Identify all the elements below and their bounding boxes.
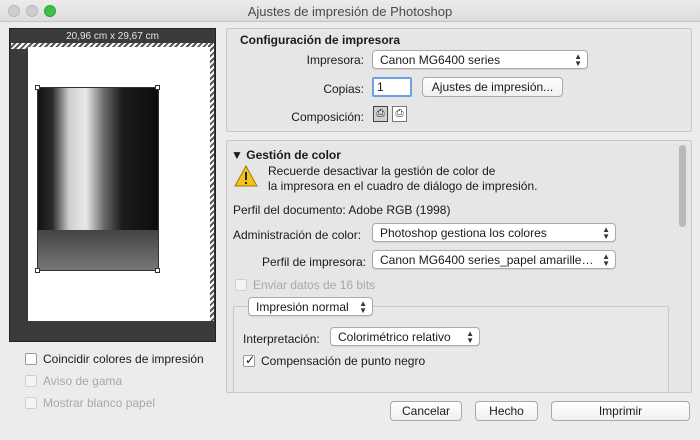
color-handling-label: Administración de color: <box>233 228 362 242</box>
resize-handle-tr[interactable] <box>155 85 160 90</box>
match-print-colors-checkbox[interactable] <box>25 353 37 365</box>
warning-line-1: Recuerde desactivar la gestión de color … <box>268 164 496 178</box>
disclosure-triangle-icon: ▼ <box>231 148 243 162</box>
match-print-colors-label: Coincidir colores de impresión <box>43 352 204 366</box>
title-bar: Ajustes de impresión de Photoshop <box>0 0 700 22</box>
color-handling-value: Photoshop gestiona los colores <box>380 226 547 240</box>
send-16bit-option: Enviar datos de 16 bits <box>235 278 375 292</box>
paper-dimensions: 20,96 cm x 29,67 cm <box>66 31 159 42</box>
layout-label: Composición: <box>291 110 364 124</box>
print-mode-select[interactable]: Impresión normal ▲ ▼ <box>248 297 373 316</box>
rendering-intent-select[interactable]: Colorimétrico relativo ▲ ▼ <box>330 327 480 346</box>
print-mode-value: Impresión normal <box>256 300 349 314</box>
send-16bit-label: Enviar datos de 16 bits <box>253 278 376 292</box>
match-print-colors-option[interactable]: Coincidir colores de impresión <box>25 352 204 366</box>
print-preview: 20,96 cm x 29,67 cm <box>9 28 216 342</box>
preview-footer <box>10 321 215 341</box>
printer-select-value: Canon MG6400 series <box>380 53 501 67</box>
printer-select[interactable]: Canon MG6400 series ▲ ▼ <box>372 50 588 69</box>
updown-chevron-icon: ▲ ▼ <box>359 299 367 315</box>
copies-label: Copias: <box>323 82 364 96</box>
color-management-title-text: Gestión de color <box>246 148 341 162</box>
updown-chevron-icon: ▲ ▼ <box>602 225 610 241</box>
warning-icon <box>234 165 258 187</box>
print-settings-button[interactable]: Ajustes de impresión... <box>422 77 563 97</box>
printer-label: Impresora: <box>306 53 364 67</box>
document-profile: Perfil del documento: Adobe RGB (1998) <box>233 203 451 217</box>
show-paper-white-option: Mostrar blanco papel <box>25 396 155 410</box>
window-title: Ajustes de impresión de Photoshop <box>247 4 453 19</box>
show-paper-white-checkbox <box>25 397 37 409</box>
black-point-label: Compensación de punto negro <box>261 354 426 368</box>
printer-profile-label: Perfil de impresora: <box>261 255 366 269</box>
printer-profile-value: Canon MG6400 series_papel amarillent… <box>380 253 604 267</box>
rendering-intent-value: Colorimétrico relativo <box>338 330 451 344</box>
black-point-option[interactable]: Compensación de punto negro <box>243 353 426 368</box>
rendering-intent-label: Interpretación: <box>243 332 320 346</box>
color-management-title[interactable]: ▼ Gestión de color <box>231 148 341 162</box>
resize-handle-tl[interactable] <box>35 85 40 90</box>
color-panel-scroll-thumb[interactable] <box>679 145 686 227</box>
preview-image[interactable] <box>37 87 159 271</box>
black-point-checkbox[interactable] <box>243 353 255 367</box>
copies-input[interactable]: 1 <box>372 77 412 97</box>
portrait-layout-icon[interactable]: ⎙ <box>373 106 388 122</box>
send-16bit-checkbox <box>235 279 247 291</box>
gamut-warning-label: Aviso de gama <box>43 374 123 388</box>
cancel-button[interactable]: Cancelar <box>390 401 462 421</box>
updown-chevron-icon: ▲ ▼ <box>574 52 582 68</box>
printer-setup-title: Configuración de impresora <box>240 33 401 47</box>
printer-profile-select[interactable]: Canon MG6400 series_papel amarillent… ▲ ▼ <box>372 250 616 269</box>
show-paper-white-label: Mostrar blanco papel <box>43 396 156 410</box>
resize-handle-bl[interactable] <box>35 268 40 273</box>
print-button[interactable]: Imprimir <box>551 401 690 421</box>
warning-line-2: la impresora en el cuadro de diálogo de … <box>268 179 538 193</box>
resize-handle-br[interactable] <box>155 268 160 273</box>
updown-chevron-icon: ▲ ▼ <box>466 329 474 345</box>
print-mode-subgroup <box>233 306 669 393</box>
gamut-warning-checkbox <box>25 375 37 387</box>
updown-chevron-icon: ▲ ▼ <box>602 252 610 268</box>
gamut-warning-option: Aviso de gama <box>25 374 122 388</box>
done-button[interactable]: Hecho <box>475 401 538 421</box>
landscape-layout-icon[interactable]: ⎙ <box>392 106 407 122</box>
color-handling-select[interactable]: Photoshop gestiona los colores ▲ ▼ <box>372 223 616 242</box>
preview-image-street <box>38 230 158 270</box>
